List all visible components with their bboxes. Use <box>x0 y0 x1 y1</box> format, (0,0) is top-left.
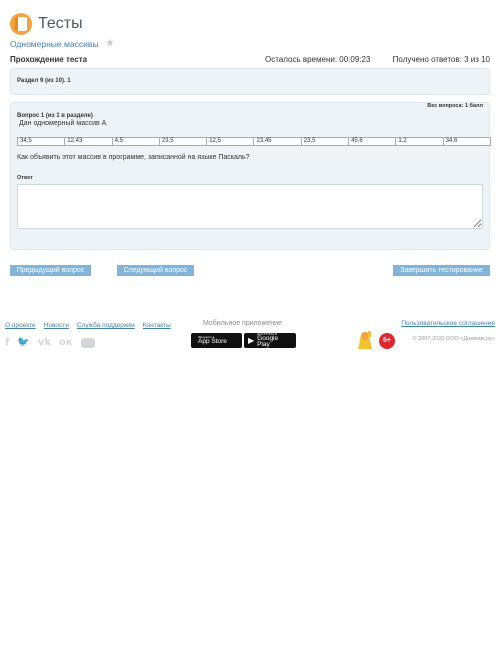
previous-question-button[interactable]: Предыдущий вопрос <box>10 265 91 276</box>
array-cell: 12,43 <box>65 138 113 145</box>
breadcrumb: Одномерные массивы ★ <box>10 38 114 49</box>
mascot-icon <box>358 331 372 349</box>
test-status-bar: Прохождение теста Осталось времени: 00:0… <box>10 55 490 67</box>
gplay-label: Google Play <box>257 334 279 348</box>
question-header: Вопрос 1 (из 1 в разделе) <box>17 113 93 119</box>
array-cell: 23,5 <box>160 138 208 145</box>
google-play-icon: ▶ <box>248 336 255 345</box>
facebook-icon[interactable]: f <box>5 337 9 348</box>
array-cell: 34,6 <box>445 138 458 144</box>
answer-label: Ответ <box>17 175 33 181</box>
footer-link-news[interactable]: Новости <box>44 322 69 329</box>
array-cell: 23,45 <box>254 138 302 145</box>
array-cell: 23,5 <box>302 138 350 145</box>
mobile-app-title: Мобильное приложение <box>203 320 282 327</box>
array-cell: 1,2 <box>396 138 444 145</box>
footer-link-support[interactable]: Служба поддержки <box>77 322 135 329</box>
book-logo-icon[interactable] <box>10 13 32 35</box>
footer-links: О проекте Новости Служба поддержки Конта… <box>5 322 171 329</box>
time-remaining: Осталось времени: 00:09:23 <box>265 55 371 64</box>
age-rating-badge: 6+ <box>379 333 395 349</box>
section-panel: Раздел 9 (из 10). 1 <box>10 68 490 95</box>
footer-link-contacts[interactable]: Контакты <box>143 322 171 329</box>
odnoklassniki-icon[interactable]: ок <box>59 337 73 348</box>
question-subtitle: Дан одномерный массив А <box>19 120 107 127</box>
answer-textarea[interactable] <box>17 184 483 229</box>
twitter-icon[interactable]: 🐦 <box>17 337 29 348</box>
social-links: f 🐦 vk ок <box>5 337 95 348</box>
star-icon[interactable]: ★ <box>105 38 114 49</box>
question-weight: Вес вопроса: 1 балл <box>427 103 483 109</box>
array-cell: 12,5 <box>207 138 255 145</box>
question-panel: Вес вопроса: 1 балл Вопрос 1 (из 1 в раз… <box>10 102 491 250</box>
appstore-badge[interactable]: Загрузите в App Store <box>191 333 242 348</box>
appstore-label: App Store <box>198 337 227 345</box>
youtube-icon[interactable] <box>80 337 95 348</box>
breadcrumb-link[interactable]: Одномерные массивы <box>10 39 98 49</box>
next-question-button[interactable]: Следующий вопрос <box>117 265 194 276</box>
app-header: Тесты <box>10 12 83 36</box>
answers-count: Получено ответов: 3 из 10 <box>392 55 490 64</box>
array-cell: 34,5 <box>18 138 66 145</box>
question-text: Как объявить этот массив в программе, за… <box>17 154 250 161</box>
user-agreement-link[interactable]: Пользовательское соглашение <box>401 320 495 327</box>
array-values-table: 34,5 12,43 4,5 23,5 12,5 23,45 23,5 45,6… <box>17 137 491 146</box>
page-title: Прохождение теста <box>10 55 88 64</box>
vk-icon[interactable]: vk <box>38 337 51 348</box>
app-title[interactable]: Тесты <box>38 15 83 33</box>
google-play-badge[interactable]: ▶ ДОСТУПНО В Google Play <box>244 332 296 348</box>
array-cell: 4,5 <box>113 138 160 145</box>
array-cell: 45,6 <box>349 138 397 145</box>
copyright-text: © 2007-2020 ООО «Дневник.ру» <box>412 336 496 342</box>
section-label: Раздел 9 (из 10). 1 <box>17 78 71 84</box>
finish-test-button[interactable]: Завершить тестирование <box>393 265 490 276</box>
footer-link-about[interactable]: О проекте <box>5 322 36 329</box>
